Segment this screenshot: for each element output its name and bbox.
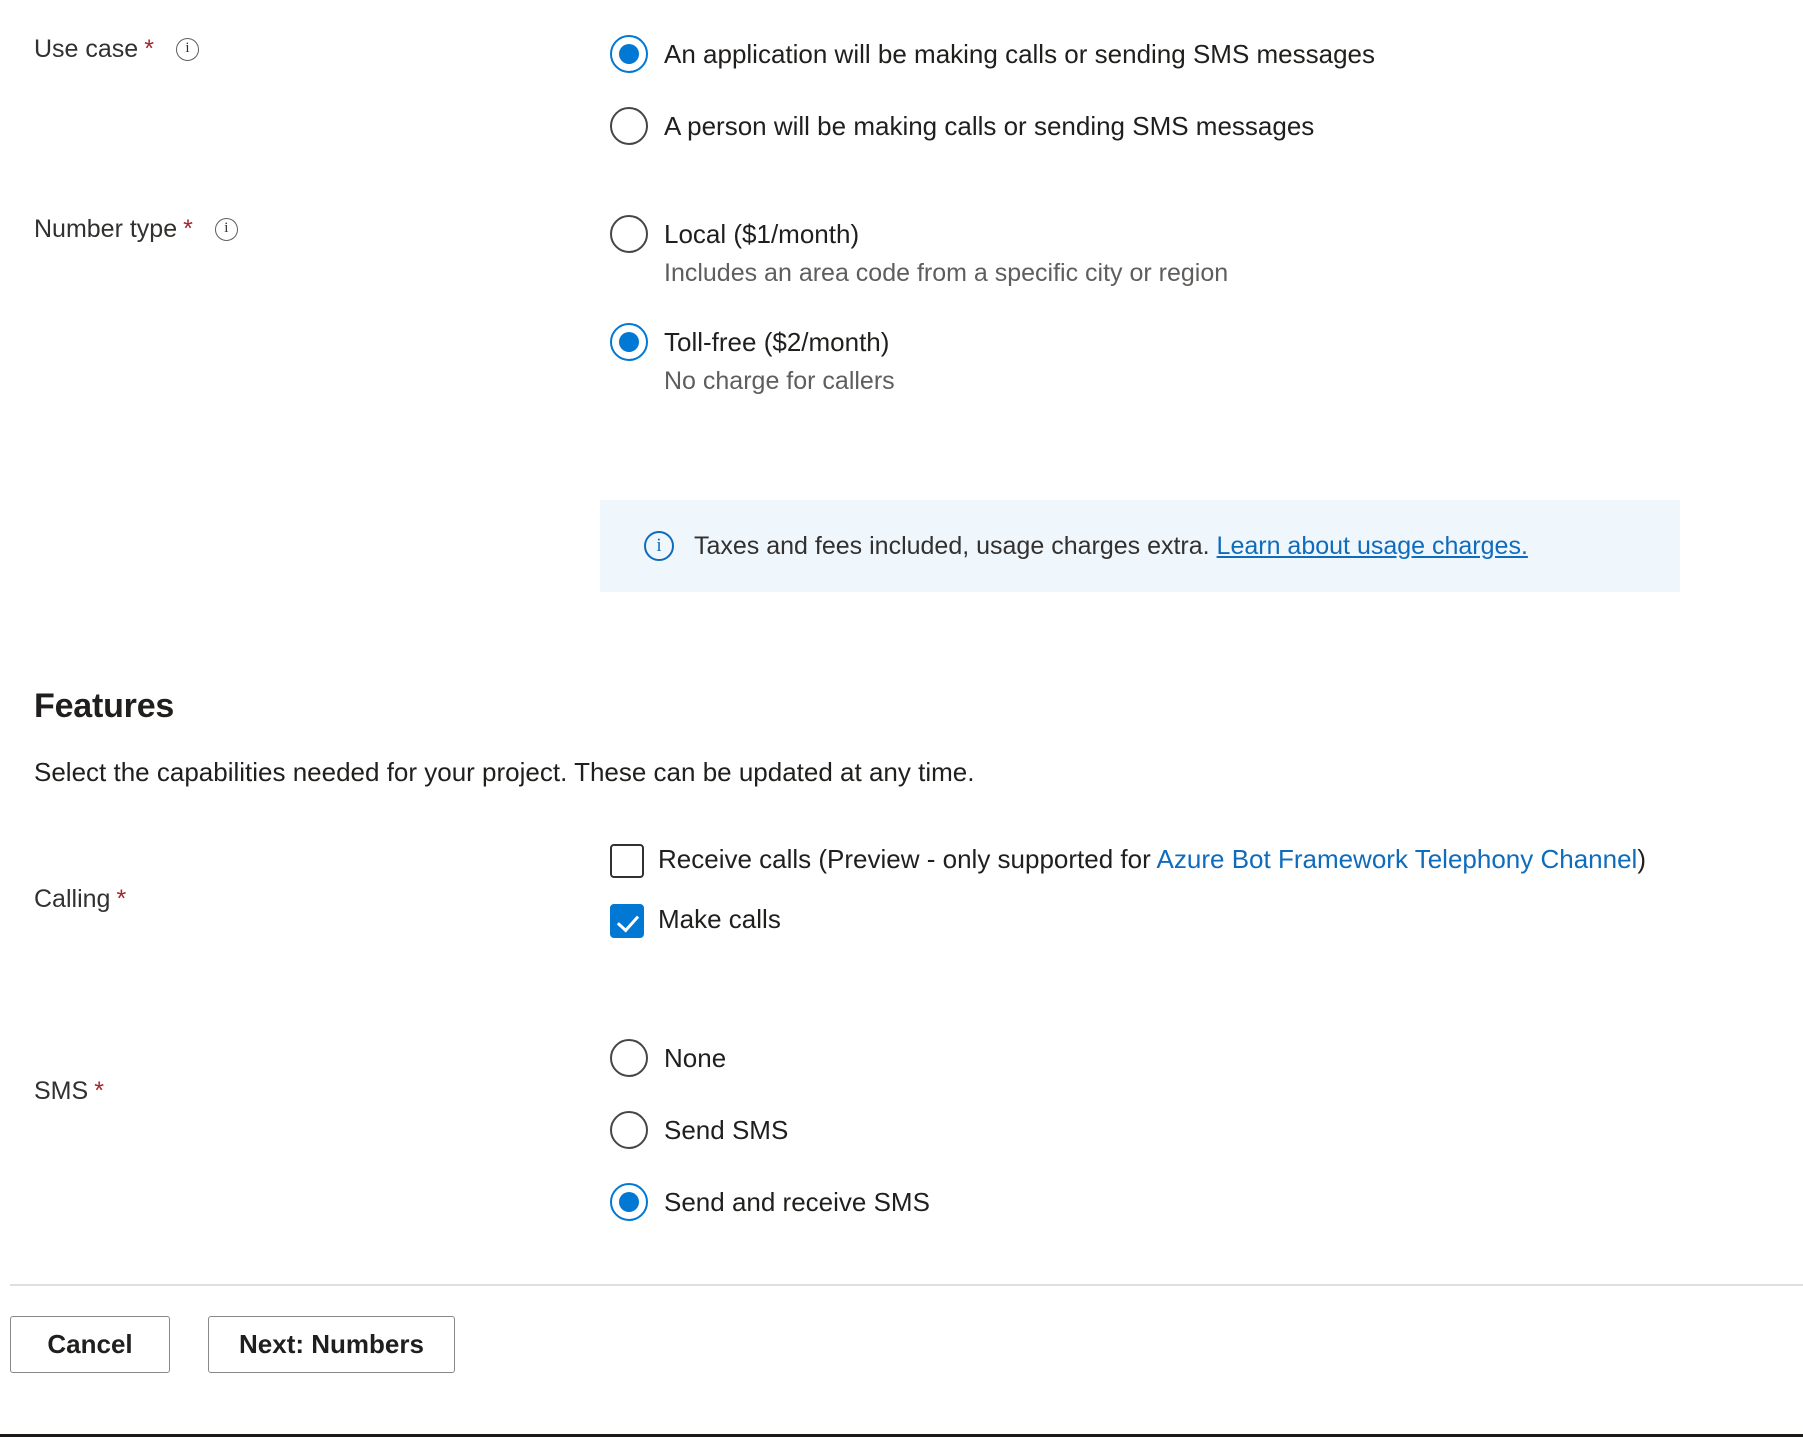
radio-option-sms-none[interactable]: None bbox=[610, 1038, 1803, 1078]
use-case-required-asterisk: * bbox=[144, 35, 154, 63]
radio-send-sms-indicator[interactable] bbox=[610, 1111, 648, 1149]
calling-label: Calling bbox=[34, 885, 111, 913]
usage-charges-banner: i Taxes and fees included, usage charges… bbox=[600, 500, 1680, 592]
banner-text: Taxes and fees included, usage charges e… bbox=[694, 529, 1528, 563]
footer-divider bbox=[10, 1284, 1803, 1286]
use-case-options: An application will be making calls or s… bbox=[610, 34, 1803, 146]
calling-label-group: Calling * bbox=[0, 840, 610, 914]
radio-option-person[interactable]: A person will be making calls or sending… bbox=[610, 106, 1803, 146]
radio-send-receive-sms-indicator[interactable] bbox=[610, 1183, 648, 1221]
radio-tollfree-label: Toll-free ($2/month) bbox=[664, 327, 890, 357]
checkbox-make-calls-indicator[interactable] bbox=[610, 904, 644, 938]
radio-option-send-sms[interactable]: Send SMS bbox=[610, 1110, 1803, 1150]
sms-label: SMS bbox=[34, 1077, 89, 1105]
number-type-options: Local ($1/month) Includes an area code f… bbox=[610, 214, 1803, 398]
number-setup-form: Use case * i An application will be maki… bbox=[0, 0, 1803, 1437]
checkbox-option-make-calls[interactable]: Make calls bbox=[610, 900, 1803, 938]
receive-calls-suffix: ) bbox=[1637, 844, 1646, 874]
features-heading: Features bbox=[34, 687, 175, 725]
radio-option-local[interactable]: Local ($1/month) bbox=[610, 214, 1803, 254]
receive-calls-prefix: Receive calls (Preview - only supported … bbox=[658, 844, 1157, 874]
sms-row: SMS * None Send SMS Send and receive SMS bbox=[0, 1038, 1803, 1222]
checkbox-receive-calls-label: Receive calls (Preview - only supported … bbox=[658, 840, 1646, 878]
radio-application-indicator[interactable] bbox=[610, 35, 648, 73]
radio-application-label: An application will be making calls or s… bbox=[664, 39, 1376, 69]
use-case-label: Use case bbox=[34, 35, 139, 63]
info-icon[interactable]: i bbox=[175, 37, 199, 61]
azure-bot-framework-telephony-channel-link[interactable]: Azure Bot Framework Telephony Channel bbox=[1157, 844, 1638, 874]
banner-message: Taxes and fees included, usage charges e… bbox=[694, 532, 1217, 560]
number-type-label-group: Number type * i bbox=[0, 214, 610, 244]
cancel-button[interactable]: Cancel bbox=[10, 1316, 170, 1373]
radio-option-application[interactable]: An application will be making calls or s… bbox=[610, 34, 1803, 74]
checkbox-option-receive-calls[interactable]: Receive calls (Preview - only supported … bbox=[610, 840, 1803, 878]
radio-local-description: Includes an area code from a specific ci… bbox=[664, 259, 1229, 287]
number-type-row: Number type * i Local ($1/month) Include… bbox=[0, 214, 1803, 398]
radio-local-indicator[interactable] bbox=[610, 215, 648, 253]
radio-option-tollfree[interactable]: Toll-free ($2/month) bbox=[610, 322, 1803, 362]
calling-required-asterisk: * bbox=[116, 885, 127, 913]
calling-options: Receive calls (Preview - only supported … bbox=[610, 840, 1803, 938]
features-description: Select the capabilities needed for your … bbox=[34, 757, 975, 787]
use-case-label-group: Use case * i bbox=[0, 34, 610, 64]
info-circle-icon: i bbox=[644, 531, 674, 561]
radio-sms-none-label: None bbox=[664, 1043, 727, 1073]
sms-label-group: SMS * bbox=[0, 1038, 610, 1106]
number-type-label: Number type bbox=[34, 215, 178, 243]
radio-tollfree-description: No charge for callers bbox=[664, 367, 895, 395]
checkbox-make-calls-label: Make calls bbox=[658, 904, 781, 934]
footer-actions: Cancel Next: Numbers bbox=[0, 1316, 455, 1373]
next-numbers-button[interactable]: Next: Numbers bbox=[208, 1316, 455, 1373]
radio-send-sms-label: Send SMS bbox=[664, 1115, 789, 1145]
radio-option-send-receive-sms[interactable]: Send and receive SMS bbox=[610, 1182, 1803, 1222]
radio-person-indicator[interactable] bbox=[610, 107, 648, 145]
learn-about-usage-charges-link[interactable]: Learn about usage charges. bbox=[1217, 532, 1528, 560]
radio-local-label: Local ($1/month) bbox=[664, 219, 860, 249]
radio-tollfree-indicator[interactable] bbox=[610, 323, 648, 361]
use-case-row: Use case * i An application will be maki… bbox=[0, 34, 1803, 146]
calling-row: Calling * Receive calls (Preview - only … bbox=[0, 840, 1803, 938]
sms-required-asterisk: * bbox=[94, 1077, 104, 1105]
radio-sms-none-indicator[interactable] bbox=[610, 1039, 648, 1077]
radio-send-receive-sms-label: Send and receive SMS bbox=[664, 1187, 930, 1217]
sms-options: None Send SMS Send and receive SMS bbox=[610, 1038, 1803, 1222]
info-icon[interactable]: i bbox=[214, 217, 238, 241]
radio-person-label: A person will be making calls or sending… bbox=[664, 111, 1315, 141]
number-type-required-asterisk: * bbox=[183, 215, 193, 243]
checkbox-receive-calls-indicator[interactable] bbox=[610, 844, 644, 878]
